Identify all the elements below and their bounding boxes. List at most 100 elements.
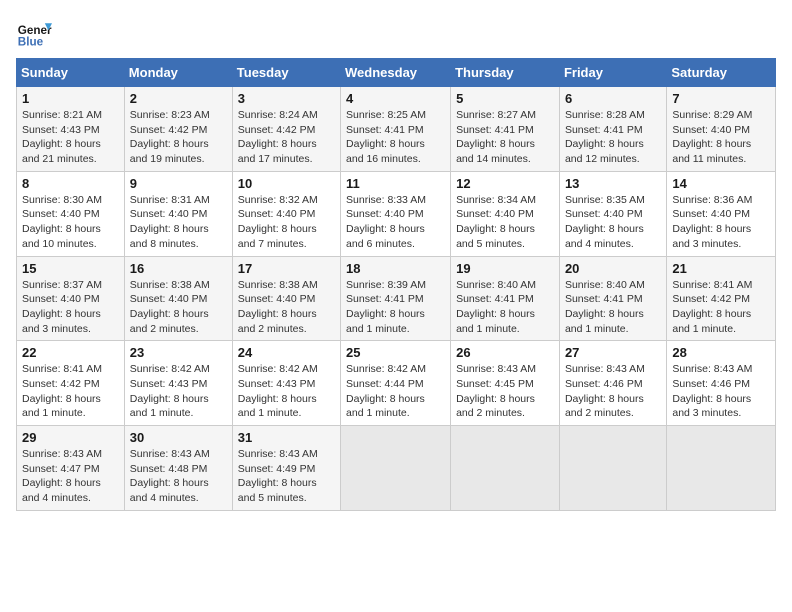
logo-icon: General Blue	[16, 16, 52, 52]
day-info: Sunrise: 8:42 AM Sunset: 4:43 PM Dayligh…	[130, 362, 227, 421]
day-number: 13	[565, 176, 661, 191]
day-info: Sunrise: 8:23 AM Sunset: 4:42 PM Dayligh…	[130, 108, 227, 167]
calendar-cell: 25 Sunrise: 8:42 AM Sunset: 4:44 PM Dayli…	[341, 341, 451, 426]
day-info: Sunrise: 8:38 AM Sunset: 4:40 PM Dayligh…	[130, 278, 227, 337]
day-info: Sunrise: 8:25 AM Sunset: 4:41 PM Dayligh…	[346, 108, 445, 167]
calendar-cell: 27Sunrise: 8:43 AM Sunset: 4:46 PM Dayli…	[559, 341, 666, 426]
day-number: 27	[565, 345, 661, 360]
day-number: 30	[130, 430, 227, 445]
weekday-header: Sunday	[17, 59, 125, 87]
calendar-cell: 21Sunrise: 8:41 AM Sunset: 4:42 PM Dayli…	[667, 256, 776, 341]
day-number: 25	[346, 345, 445, 360]
day-number: 9	[130, 176, 227, 191]
calendar-cell: 17 Sunrise: 8:38 AM Sunset: 4:40 PM Dayli…	[232, 256, 340, 341]
calendar-cell: 13 Sunrise: 8:35 AM Sunset: 4:40 PM Dayli…	[559, 171, 666, 256]
day-info: Sunrise: 8:43 AM Sunset: 4:45 PM Dayligh…	[456, 362, 554, 421]
svg-text:Blue: Blue	[18, 36, 44, 49]
day-info: Sunrise: 8:29 AM Sunset: 4:40 PM Dayligh…	[672, 108, 770, 167]
calendar-cell: 8 Sunrise: 8:30 AM Sunset: 4:40 PM Daylig…	[17, 171, 125, 256]
weekday-header: Saturday	[667, 59, 776, 87]
calendar-cell: 16 Sunrise: 8:38 AM Sunset: 4:40 PM Dayli…	[124, 256, 232, 341]
calendar-cell: 5 Sunrise: 8:27 AM Sunset: 4:41 PM Daylig…	[451, 87, 560, 172]
day-number: 7	[672, 91, 770, 106]
day-number: 17	[238, 261, 335, 276]
calendar-cell: 9 Sunrise: 8:31 AM Sunset: 4:40 PM Daylig…	[124, 171, 232, 256]
logo: General Blue	[16, 16, 52, 52]
day-info: Sunrise: 8:43 AM Sunset: 4:47 PM Dayligh…	[22, 447, 119, 506]
day-info: Sunrise: 8:37 AM Sunset: 4:40 PM Dayligh…	[22, 278, 119, 337]
day-number: 1	[22, 91, 119, 106]
weekday-header: Thursday	[451, 59, 560, 87]
calendar-cell: 19 Sunrise: 8:40 AM Sunset: 4:41 PM Dayli…	[451, 256, 560, 341]
day-info: Sunrise: 8:34 AM Sunset: 4:40 PM Dayligh…	[456, 193, 554, 252]
day-info: Sunrise: 8:21 AM Sunset: 4:43 PM Dayligh…	[22, 108, 119, 167]
weekday-header: Tuesday	[232, 59, 340, 87]
day-number: 6	[565, 91, 661, 106]
day-number: 10	[238, 176, 335, 191]
day-info: Sunrise: 8:43 AM Sunset: 4:46 PM Dayligh…	[672, 362, 770, 421]
day-number: 12	[456, 176, 554, 191]
day-info: Sunrise: 8:24 AM Sunset: 4:42 PM Dayligh…	[238, 108, 335, 167]
day-info: Sunrise: 8:43 AM Sunset: 4:48 PM Dayligh…	[130, 447, 227, 506]
weekday-header: Monday	[124, 59, 232, 87]
calendar-cell: 26Sunrise: 8:43 AM Sunset: 4:45 PM Dayli…	[451, 341, 560, 426]
day-number: 14	[672, 176, 770, 191]
weekday-header: Friday	[559, 59, 666, 87]
day-number: 3	[238, 91, 335, 106]
day-info: Sunrise: 8:40 AM Sunset: 4:41 PM Dayligh…	[456, 278, 554, 337]
calendar-cell: 14 Sunrise: 8:36 AM Sunset: 4:40 PM Dayli…	[667, 171, 776, 256]
calendar-cell: 29Sunrise: 8:43 AM Sunset: 4:47 PM Dayli…	[17, 426, 125, 511]
calendar-cell: 28Sunrise: 8:43 AM Sunset: 4:46 PM Dayli…	[667, 341, 776, 426]
day-number: 2	[130, 91, 227, 106]
day-info: Sunrise: 8:42 AM Sunset: 4:43 PM Dayligh…	[238, 362, 335, 421]
calendar-cell: 10 Sunrise: 8:32 AM Sunset: 4:40 PM Dayli…	[232, 171, 340, 256]
day-number: 22	[22, 345, 119, 360]
day-number: 8	[22, 176, 119, 191]
day-number: 19	[456, 261, 554, 276]
day-info: Sunrise: 8:33 AM Sunset: 4:40 PM Dayligh…	[346, 193, 445, 252]
day-info: Sunrise: 8:40 AM Sunset: 4:41 PM Dayligh…	[565, 278, 661, 337]
page-header: General Blue	[16, 16, 776, 52]
calendar-cell: 20 Sunrise: 8:40 AM Sunset: 4:41 PM Dayli…	[559, 256, 666, 341]
calendar-table: SundayMondayTuesdayWednesdayThursdayFrid…	[16, 58, 776, 511]
calendar-cell: 1 Sunrise: 8:21 AM Sunset: 4:43 PM Daylig…	[17, 87, 125, 172]
calendar-cell: 24 Sunrise: 8:42 AM Sunset: 4:43 PM Dayli…	[232, 341, 340, 426]
day-info: Sunrise: 8:39 AM Sunset: 4:41 PM Dayligh…	[346, 278, 445, 337]
day-number: 31	[238, 430, 335, 445]
calendar-cell: 4 Sunrise: 8:25 AM Sunset: 4:41 PM Daylig…	[341, 87, 451, 172]
weekday-header: Wednesday	[341, 59, 451, 87]
day-number: 23	[130, 345, 227, 360]
day-info: Sunrise: 8:30 AM Sunset: 4:40 PM Dayligh…	[22, 193, 119, 252]
day-info: Sunrise: 8:38 AM Sunset: 4:40 PM Dayligh…	[238, 278, 335, 337]
day-info: Sunrise: 8:42 AM Sunset: 4:44 PM Dayligh…	[346, 362, 445, 421]
day-info: Sunrise: 8:41 AM Sunset: 4:42 PM Dayligh…	[22, 362, 119, 421]
day-number: 18	[346, 261, 445, 276]
calendar-cell	[341, 426, 451, 511]
calendar-cell	[451, 426, 560, 511]
calendar-cell	[667, 426, 776, 511]
calendar-cell: 7 Sunrise: 8:29 AM Sunset: 4:40 PM Daylig…	[667, 87, 776, 172]
calendar-cell: 31Sunrise: 8:43 AM Sunset: 4:49 PM Dayli…	[232, 426, 340, 511]
day-number: 5	[456, 91, 554, 106]
day-number: 21	[672, 261, 770, 276]
calendar-cell: 15 Sunrise: 8:37 AM Sunset: 4:40 PM Dayli…	[17, 256, 125, 341]
calendar-cell: 12 Sunrise: 8:34 AM Sunset: 4:40 PM Dayli…	[451, 171, 560, 256]
calendar-cell: 18 Sunrise: 8:39 AM Sunset: 4:41 PM Dayli…	[341, 256, 451, 341]
day-number: 11	[346, 176, 445, 191]
day-info: Sunrise: 8:36 AM Sunset: 4:40 PM Dayligh…	[672, 193, 770, 252]
day-number: 15	[22, 261, 119, 276]
day-info: Sunrise: 8:35 AM Sunset: 4:40 PM Dayligh…	[565, 193, 661, 252]
calendar-cell: 3 Sunrise: 8:24 AM Sunset: 4:42 PM Daylig…	[232, 87, 340, 172]
calendar-cell: 11 Sunrise: 8:33 AM Sunset: 4:40 PM Dayli…	[341, 171, 451, 256]
day-number: 20	[565, 261, 661, 276]
calendar-cell	[559, 426, 666, 511]
day-number: 16	[130, 261, 227, 276]
day-number: 24	[238, 345, 335, 360]
day-number: 4	[346, 91, 445, 106]
day-info: Sunrise: 8:31 AM Sunset: 4:40 PM Dayligh…	[130, 193, 227, 252]
day-info: Sunrise: 8:27 AM Sunset: 4:41 PM Dayligh…	[456, 108, 554, 167]
day-info: Sunrise: 8:32 AM Sunset: 4:40 PM Dayligh…	[238, 193, 335, 252]
calendar-cell: 6 Sunrise: 8:28 AM Sunset: 4:41 PM Daylig…	[559, 87, 666, 172]
calendar-cell: 2 Sunrise: 8:23 AM Sunset: 4:42 PM Daylig…	[124, 87, 232, 172]
day-info: Sunrise: 8:28 AM Sunset: 4:41 PM Dayligh…	[565, 108, 661, 167]
